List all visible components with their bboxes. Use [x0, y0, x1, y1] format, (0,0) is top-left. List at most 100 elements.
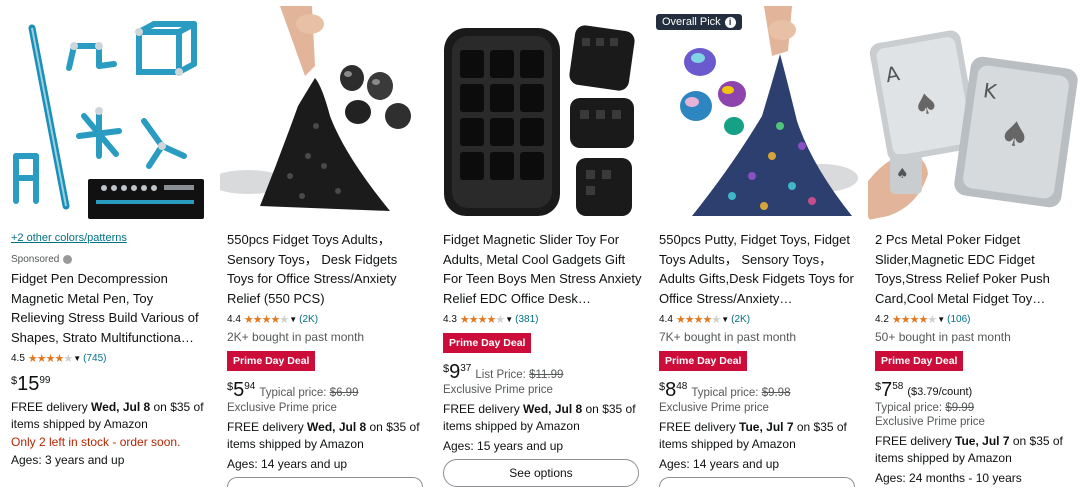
- typical-price-label: Typical price:: [875, 402, 946, 414]
- product-title[interactable]: Fidget Pen Decompression Magnetic Metal …: [11, 269, 210, 347]
- review-count-link[interactable]: (745): [83, 353, 106, 364]
- star-rating-icon[interactable]: ★★★★★: [460, 313, 505, 326]
- star-rating-icon[interactable]: ★★★★★: [244, 313, 289, 326]
- chevron-down-icon[interactable]: ▼: [505, 315, 513, 324]
- rating-row: 4.4 ★★★★★ ▼ (2K): [659, 312, 858, 326]
- bought-count: 2K+ bought in past month: [227, 330, 365, 344]
- product-card: A ♠ K ♠ ♠ 2 Pcs Metal Poker Fidget Slide…: [868, 0, 1078, 493]
- rating-value: 4.4: [659, 313, 673, 325]
- typical-price-value: $9.99: [945, 402, 975, 414]
- prime-day-deal-badge: Prime Day Deal: [659, 351, 748, 371]
- price-fraction: 94: [244, 381, 256, 392]
- product-image[interactable]: [220, 6, 430, 220]
- price-whole: 7: [881, 379, 893, 401]
- chevron-down-icon[interactable]: ▼: [937, 315, 945, 324]
- price-fraction: 48: [676, 381, 688, 392]
- product-title[interactable]: 550pcs Putty, Fidget Toys, Fidget Toys A…: [659, 230, 858, 308]
- delivery-prefix: FREE delivery: [11, 400, 92, 414]
- exclusive-price-label: Exclusive Prime price: [443, 384, 553, 396]
- delivery-prefix: FREE delivery: [875, 434, 956, 448]
- price-fraction: 58: [892, 381, 904, 392]
- rating-row: 4.3 ★★★★★ ▼ (381): [443, 312, 642, 326]
- age-range: Ages: 15 years and up: [443, 439, 564, 453]
- list-price: List Price: $11.99: [475, 369, 564, 382]
- price[interactable]: $ 8 48 Typical price: $9.98: [659, 380, 858, 400]
- typical-price-label: Typical price:: [259, 387, 330, 399]
- product-card: +2 other colors/patterns Sponsored Fidge…: [4, 0, 214, 493]
- review-count-link[interactable]: (381): [515, 314, 538, 325]
- age-range: Ages: 3 years and up: [11, 453, 125, 467]
- delivery-info: FREE delivery Wed, Jul 8 on $35 of items…: [227, 419, 426, 453]
- prime-day-deal-badge: Prime Day Deal: [443, 333, 532, 353]
- see-options-button[interactable]: See options: [443, 459, 639, 487]
- delivery-date: Wed, Jul 8: [523, 402, 583, 416]
- price[interactable]: $ 9 37 List Price: $11.99: [443, 362, 642, 382]
- rating-value: 4.3: [443, 313, 457, 325]
- review-count-link[interactable]: (2K): [299, 314, 318, 325]
- price[interactable]: $ 7 58 ($3.79/count): [875, 380, 1074, 400]
- color-options-link[interactable]: +2 other colors/patterns: [11, 232, 210, 244]
- typical-price: Typical price: $9.99: [875, 402, 1074, 414]
- sponsored-label[interactable]: Sponsored: [11, 254, 210, 265]
- product-image[interactable]: [4, 6, 214, 220]
- rating-row: 4.4 ★★★★★ ▼ (2K): [227, 312, 426, 326]
- product-image[interactable]: Overall Pick i: [652, 6, 862, 220]
- product-title[interactable]: 550pcs Fidget Toys Adults， Sensory Toys，…: [227, 230, 426, 308]
- price[interactable]: $ 15 99: [11, 374, 210, 394]
- bought-count: 50+ bought in past month: [875, 330, 1011, 344]
- product-title[interactable]: Fidget Magnetic Slider Toy For Adults, M…: [443, 230, 642, 308]
- price-whole: 5: [233, 379, 245, 401]
- star-rating-icon[interactable]: ★★★★★: [676, 313, 721, 326]
- delivery-info: FREE delivery Tue, Jul 7 on $35 of items…: [659, 419, 858, 453]
- info-icon[interactable]: i: [724, 16, 736, 28]
- product-card: Fidget Magnetic Slider Toy For Adults, M…: [436, 0, 646, 493]
- star-rating-icon[interactable]: ★★★★★: [892, 313, 937, 326]
- delivery-prefix: FREE delivery: [659, 420, 740, 434]
- delivery-date: Wed, Jul 8: [91, 400, 151, 414]
- product-image[interactable]: [436, 6, 646, 220]
- rating-value: 4.4: [227, 313, 241, 325]
- review-count-link[interactable]: (106): [947, 314, 970, 325]
- chevron-down-icon[interactable]: ▼: [289, 315, 297, 324]
- rating-value: 4.2: [875, 313, 889, 325]
- options-button[interactable]: [659, 477, 855, 487]
- prime-day-deal-badge: Prime Day Deal: [227, 351, 316, 371]
- unit-price: ($3.79/count): [907, 386, 973, 398]
- chevron-down-icon[interactable]: ▼: [721, 315, 729, 324]
- rating-row: 4.5 ★★★★★ ▼ (745): [11, 351, 210, 365]
- typical-price-value: $9.98: [761, 387, 791, 399]
- exclusive-price-label: Exclusive Prime price: [227, 402, 337, 414]
- price-whole: 8: [665, 379, 677, 401]
- chevron-down-icon[interactable]: ▼: [73, 354, 81, 363]
- delivery-date: Wed, Jul 8: [307, 420, 367, 434]
- price-whole: 15: [17, 373, 40, 395]
- exclusive-price-label: Exclusive Prime price: [875, 416, 985, 428]
- list-price-value: $11.99: [529, 369, 564, 381]
- options-button[interactable]: [227, 477, 423, 487]
- delivery-info: FREE delivery Wed, Jul 8 on $35 of items…: [443, 401, 642, 435]
- delivery-date: Tue, Jul 7: [955, 434, 1010, 448]
- rating-value: 4.5: [11, 352, 25, 364]
- review-count-link[interactable]: (2K): [731, 314, 750, 325]
- rating-row: 4.2 ★★★★★ ▼ (106): [875, 312, 1074, 326]
- price-fraction: 37: [460, 363, 472, 374]
- prime-day-deal-badge: Prime Day Deal: [875, 351, 964, 371]
- price[interactable]: $ 5 94 Typical price: $6.99: [227, 380, 426, 400]
- svg-text:♠: ♠: [997, 113, 1033, 157]
- star-rating-icon[interactable]: ★★★★★: [28, 352, 73, 365]
- info-icon[interactable]: [63, 255, 73, 264]
- exclusive-price-label: Exclusive Prime price: [659, 402, 769, 414]
- typical-price-value: $6.99: [329, 387, 359, 399]
- list-price-label: List Price:: [475, 369, 530, 381]
- bought-count: 7K+ bought in past month: [659, 330, 797, 344]
- delivery-prefix: FREE delivery: [443, 402, 524, 416]
- product-title[interactable]: 2 Pcs Metal Poker Fidget Slider,Magnetic…: [875, 230, 1074, 308]
- product-image[interactable]: A ♠ K ♠ ♠: [868, 6, 1078, 220]
- delivery-prefix: FREE delivery: [227, 420, 308, 434]
- svg-text:♠: ♠: [896, 166, 909, 182]
- price-fraction: 99: [39, 375, 51, 386]
- typical-price: Typical price: $6.99: [259, 387, 359, 400]
- delivery-info: FREE delivery Tue, Jul 7 on $35 of items…: [875, 433, 1074, 467]
- overall-pick-badge[interactable]: Overall Pick i: [656, 14, 742, 30]
- price-whole: 9: [449, 361, 461, 383]
